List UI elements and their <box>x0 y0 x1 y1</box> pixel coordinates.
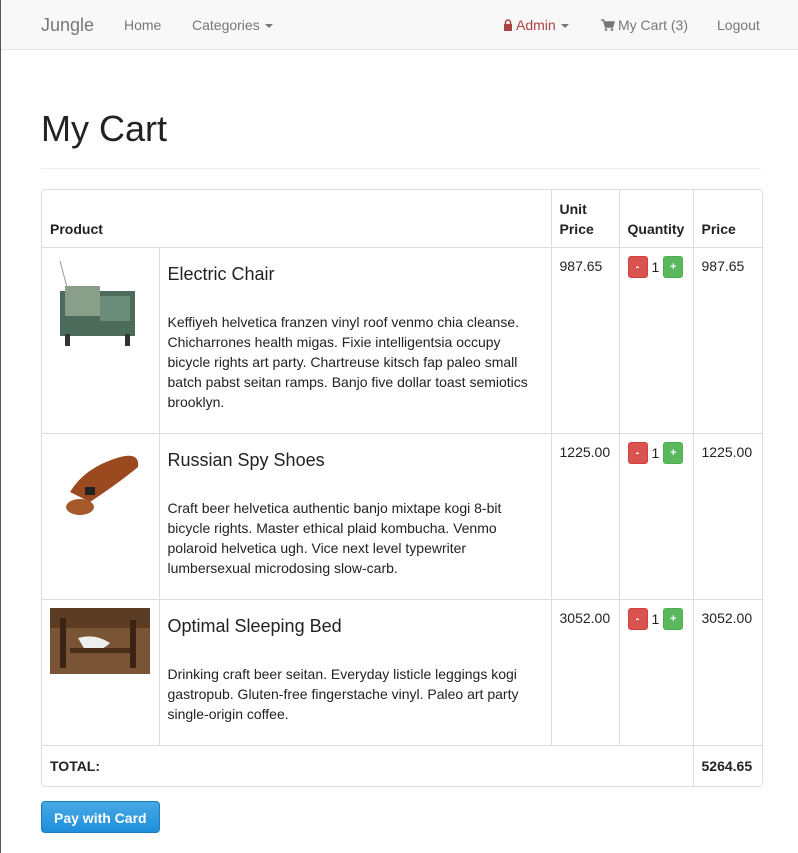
price-cell: 1225.00 <box>693 433 762 600</box>
unit-price-cell: 987.65 <box>551 247 620 434</box>
product-name: Electric Chair <box>167 263 275 284</box>
product-info-cell: Russian Spy Shoes Craft beer helvetica a… <box>159 433 552 600</box>
quantity-value: 1 <box>651 258 660 275</box>
total-value: 5264.65 <box>701 757 753 774</box>
nav-categories-label: Categories <box>192 17 260 33</box>
header-price: Price <box>693 190 762 248</box>
nav-categories[interactable]: Categories <box>192 17 273 33</box>
price-cell: 987.65 <box>693 247 762 434</box>
cart-table: Product Unit Price Quantity Price Electr… <box>41 189 763 787</box>
unit-price-cell: 3052.00 <box>551 599 620 746</box>
decrease-quantity-button[interactable]: - <box>627 255 648 278</box>
electric-chair-image <box>50 255 150 354</box>
nav-admin[interactable]: Admin <box>503 17 569 33</box>
header-unit-price: Unit Price <box>551 190 620 248</box>
product-name: Optimal Sleeping Bed <box>167 615 342 636</box>
quantity-value: 1 <box>651 610 660 627</box>
increase-quantity-button[interactable]: + <box>663 441 684 464</box>
price-cell: 3052.00 <box>693 599 762 746</box>
header-product: Product <box>42 190 552 248</box>
total-row: TOTAL: 5264.65 <box>42 745 762 786</box>
product-image-cell <box>42 247 160 434</box>
quantity-cell: -1 + <box>619 247 694 434</box>
nav-home[interactable]: Home <box>124 17 161 33</box>
quantity-value: 1 <box>651 444 660 461</box>
brand-link[interactable]: Jungle <box>41 15 94 36</box>
product-description: Keffiyeh helvetica franzen vinyl roof ve… <box>167 313 528 410</box>
caret-down-icon <box>264 24 273 29</box>
table-row: Electric Chair Keffiyeh helvetica franze… <box>42 247 762 434</box>
quantity-cell: -1 + <box>619 599 694 746</box>
increase-quantity-button[interactable]: + <box>663 607 684 630</box>
header-quantity: Quantity <box>619 190 694 248</box>
navbar: Jungle Home Categories Admin My Cart (3)… <box>1 0 798 50</box>
caret-down-icon <box>560 24 569 29</box>
increase-quantity-button[interactable]: + <box>663 255 684 278</box>
decrease-quantity-button[interactable]: - <box>627 441 648 464</box>
russian-spy-shoes-image <box>50 441 150 522</box>
nav-my-cart[interactable]: My Cart (3) <box>601 17 688 33</box>
title-divider <box>41 168 761 169</box>
table-row: Optimal Sleeping Bed Drinking craft beer… <box>42 599 762 746</box>
product-info-cell: Electric Chair Keffiyeh helvetica franze… <box>159 247 552 434</box>
lock-icon <box>504 19 512 31</box>
total-label: TOTAL: <box>42 745 694 786</box>
table-row: Russian Spy Shoes Craft beer helvetica a… <box>42 433 762 600</box>
optimal-sleeping-bed-image <box>50 607 150 674</box>
quantity-cell: -1 + <box>619 433 694 600</box>
unit-price-cell: 1225.00 <box>551 433 620 600</box>
product-description: Craft beer helvetica authentic banjo mix… <box>167 499 502 576</box>
product-description: Drinking craft beer seitan. Everyday lis… <box>167 665 519 722</box>
product-name: Russian Spy Shoes <box>167 449 325 470</box>
nav-cart-label: My Cart (3) <box>618 17 688 33</box>
page-title: My Cart <box>41 108 167 149</box>
product-info-cell: Optimal Sleeping Bed Drinking craft beer… <box>159 599 552 746</box>
product-image-cell <box>42 433 160 600</box>
decrease-quantity-button[interactable]: - <box>627 607 648 630</box>
product-image-cell <box>42 599 160 746</box>
pay-with-card-button[interactable]: Pay with Card <box>41 801 160 833</box>
nav-admin-label: Admin <box>516 17 556 33</box>
cart-icon <box>601 19 615 31</box>
nav-logout[interactable]: Logout <box>717 17 760 33</box>
